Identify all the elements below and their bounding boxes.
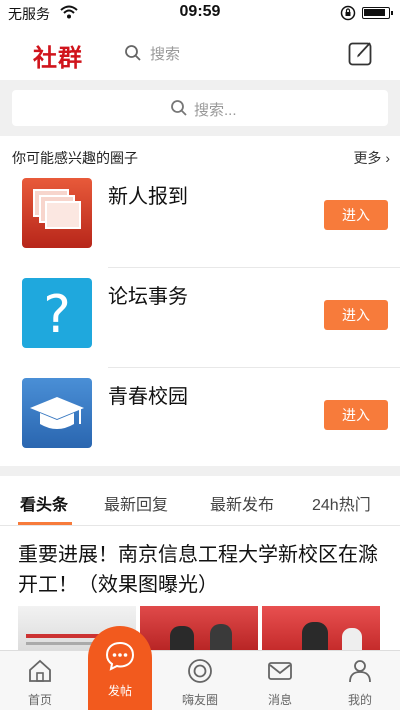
tabbar-label: 消息 xyxy=(267,693,292,707)
stacked-cards-icon xyxy=(22,178,92,248)
graduation-cap-icon xyxy=(22,378,92,448)
circle-item-newcomers[interactable]: 新人报到 进入 xyxy=(0,168,400,268)
tabbar-label: 首页 xyxy=(27,693,52,707)
svg-text:?: ? xyxy=(43,285,71,345)
tabbar-home[interactable]: 首页 xyxy=(0,651,80,710)
circle-name: 论坛事务 xyxy=(108,286,188,308)
search-icon xyxy=(125,45,141,61)
tab-latest-replies[interactable]: 最新回复 xyxy=(104,491,168,515)
question-mark-icon: ? xyxy=(22,278,92,348)
compose-icon[interactable] xyxy=(348,40,374,66)
post-button[interactable]: 发帖 xyxy=(88,626,152,710)
search-placeholder: 搜索... xyxy=(194,102,237,119)
tab-latest-posts[interactable]: 最新发布 xyxy=(210,491,274,515)
active-tab-indicator xyxy=(18,522,72,525)
tabbar-profile[interactable]: 我的 xyxy=(320,651,400,710)
circle-name: 新人报到 xyxy=(108,186,188,208)
post-button-label: 发帖 xyxy=(107,684,132,698)
search-section: 搜索... xyxy=(0,80,400,136)
rotation-lock-icon xyxy=(340,5,356,21)
article-title: 重要进展！南京信息工程大学新校区在滁开工！（效果图曝光） xyxy=(18,544,378,596)
section-title: 你可能感兴趣的圈子 xyxy=(12,150,138,166)
tabbar-messages[interactable]: 消息 xyxy=(240,651,320,710)
circle-item-campus[interactable]: 青春校园 进入 xyxy=(0,368,400,468)
page-title: 社群 xyxy=(33,43,83,72)
enter-button[interactable]: 进入 xyxy=(324,400,388,430)
tab-headlines[interactable]: 看头条 xyxy=(20,491,68,515)
bottom-tab-bar: 首页 嗨友圈 消息 我的 xyxy=(0,650,400,710)
article-thumbnail xyxy=(140,606,258,656)
content-tabs: 看头条 最新回复 最新发布 24h热门 xyxy=(0,476,400,526)
enter-button[interactable]: 进入 xyxy=(324,300,388,330)
article-item[interactable]: 重要进展！南京信息工程大学新校区在滁开工！（效果图曝光） xyxy=(0,526,400,656)
more-link[interactable]: 更多 › xyxy=(353,148,390,168)
tabbar-friends-circle[interactable]: 嗨友圈 xyxy=(160,651,240,710)
status-bar: 无服务 09:59 xyxy=(0,0,400,26)
envelope-icon xyxy=(268,662,292,680)
recommended-circles: 你可能感兴趣的圈子 更多 › 新人报到 进入 ? 论坛事务 进入 青春校园 进入 xyxy=(0,136,400,466)
home-icon xyxy=(29,659,51,682)
nav-search-label: 搜索 xyxy=(150,46,181,63)
circle-icon xyxy=(188,659,212,683)
battery-icon xyxy=(362,7,393,19)
nav-search-button[interactable]: 搜索 xyxy=(124,42,244,64)
enter-button[interactable]: 进入 xyxy=(324,200,388,230)
search-icon xyxy=(171,100,187,116)
user-icon xyxy=(349,660,371,683)
section-gap xyxy=(0,466,400,476)
article-thumbnails xyxy=(18,606,382,656)
chat-bubble-icon xyxy=(105,641,135,671)
circle-item-forum-affairs[interactable]: ? 论坛事务 进入 xyxy=(0,268,400,368)
tabbar-label: 我的 xyxy=(347,693,372,707)
tabbar-label: 嗨友圈 xyxy=(181,693,218,707)
nav-bar: 社群 搜索 xyxy=(0,26,400,80)
more-label: 更多 xyxy=(353,150,382,166)
search-input[interactable]: 搜索... xyxy=(12,90,388,126)
tab-24h-hot[interactable]: 24h热门 xyxy=(312,491,371,515)
article-thumbnail xyxy=(262,606,380,656)
circle-name: 青春校园 xyxy=(108,386,188,408)
chevron-right-icon: › xyxy=(385,150,390,166)
